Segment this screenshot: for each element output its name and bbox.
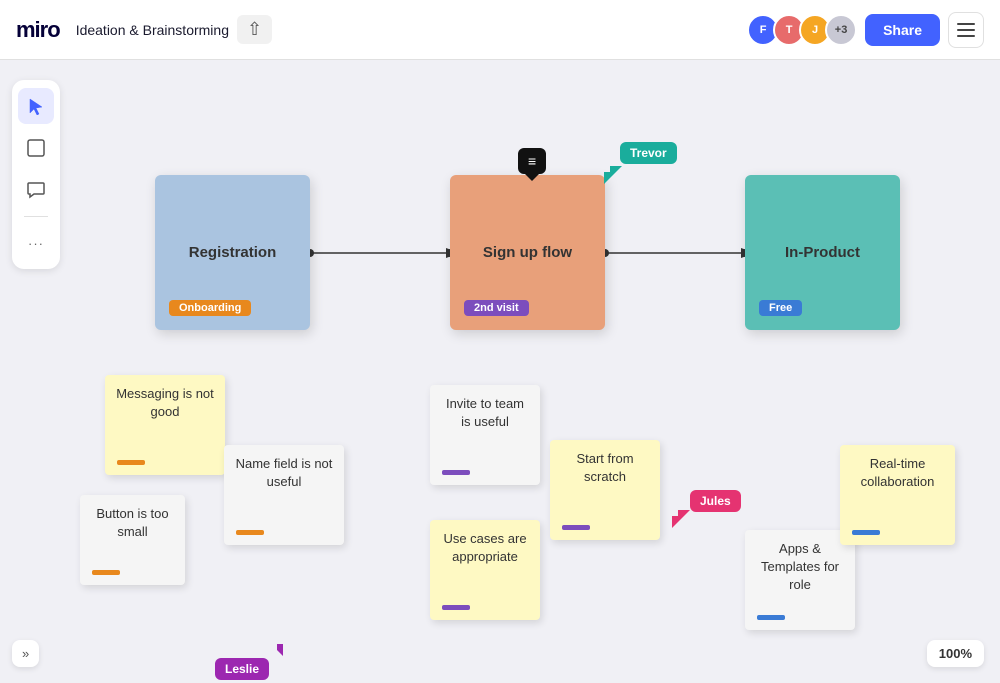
- button-small-underline: [92, 570, 120, 575]
- signup-card[interactable]: Sign up flow 2nd visit: [450, 175, 605, 330]
- inproduct-label: In-Product: [785, 244, 860, 261]
- left-toolbar: ···: [12, 80, 60, 269]
- comment-icon-inline: ≡: [528, 153, 536, 169]
- select-tool[interactable]: [18, 88, 54, 124]
- invite-underline: [442, 470, 470, 475]
- topbar: miro Ideation & Brainstorming ⇧ F T J +3…: [0, 0, 1000, 60]
- canvas: Registration Onboarding Sign up flow 2nd…: [0, 60, 1000, 683]
- leslie-label: Leslie: [215, 658, 269, 680]
- button-small-text: Button is too small: [90, 505, 175, 541]
- inproduct-card[interactable]: In-Product Free: [745, 175, 900, 330]
- expand-button[interactable]: »: [12, 640, 39, 667]
- start-scratch-underline: [562, 525, 590, 530]
- comment-tool[interactable]: [18, 172, 54, 208]
- realtime-underline: [852, 530, 880, 535]
- name-field-underline: [236, 530, 264, 535]
- onboarding-badge: Onboarding: [169, 300, 251, 316]
- comment-bubble[interactable]: ≡: [518, 148, 546, 174]
- invite-team-text: Invite to team is useful: [440, 395, 530, 431]
- upload-button[interactable]: ⇧: [237, 15, 272, 44]
- jules-arrow-icon: [670, 508, 694, 532]
- apps-templates-text: Apps & Templates for role: [755, 540, 845, 595]
- toolbar-divider: [24, 216, 48, 217]
- use-cases-underline: [442, 605, 470, 610]
- sticky-icon: [27, 139, 45, 157]
- start-scratch-text: Start from scratch: [560, 450, 650, 486]
- apps-templates-sticky[interactable]: Apps & Templates for role: [745, 530, 855, 630]
- share-button[interactable]: Share: [865, 14, 940, 46]
- avatar-group: F T J +3: [747, 14, 857, 46]
- cursor-icon: [28, 97, 44, 115]
- leslie-cursor: Leslie: [215, 658, 269, 680]
- zoom-indicator: 100%: [927, 640, 984, 667]
- trevor-arrow-icon: [602, 164, 626, 188]
- start-scratch-sticky[interactable]: Start from scratch: [550, 440, 660, 540]
- jules-label: Jules: [690, 490, 741, 512]
- sticky-tool[interactable]: [18, 130, 54, 166]
- button-small-sticky[interactable]: Button is too small: [80, 495, 185, 585]
- messaging-text: Messaging is not good: [115, 385, 215, 421]
- realtime-sticky[interactable]: Real-time collaboration: [840, 445, 955, 545]
- comment-icon: [27, 181, 45, 199]
- signup-label: Sign up flow: [483, 244, 572, 261]
- menu-icon: [957, 23, 975, 37]
- topbar-right: F T J +3 Share: [747, 12, 984, 48]
- board-title[interactable]: Ideation & Brainstorming: [76, 22, 229, 38]
- visit-badge: 2nd visit: [464, 300, 529, 316]
- trevor-cursor: Trevor: [620, 142, 677, 164]
- jules-cursor: Jules: [690, 490, 741, 512]
- trevor-label: Trevor: [620, 142, 677, 164]
- registration-label: Registration: [189, 244, 277, 261]
- name-field-text: Name field is not useful: [234, 455, 334, 491]
- name-field-sticky[interactable]: Name field is not useful: [224, 445, 344, 545]
- menu-button[interactable]: [948, 12, 984, 48]
- avatar-count: +3: [825, 14, 857, 46]
- more-tools[interactable]: ···: [18, 225, 54, 261]
- apps-underline: [757, 615, 785, 620]
- invite-team-sticky[interactable]: Invite to team is useful: [430, 385, 540, 485]
- realtime-text: Real-time collaboration: [850, 455, 945, 491]
- messaging-underline: [117, 460, 145, 465]
- free-badge: Free: [759, 300, 802, 316]
- use-cases-text: Use cases are appropriate: [440, 530, 530, 566]
- registration-card[interactable]: Registration Onboarding: [155, 175, 310, 330]
- use-cases-sticky[interactable]: Use cases are appropriate: [430, 520, 540, 620]
- miro-logo: miro: [16, 17, 60, 43]
- messaging-sticky[interactable]: Messaging is not good: [105, 375, 225, 475]
